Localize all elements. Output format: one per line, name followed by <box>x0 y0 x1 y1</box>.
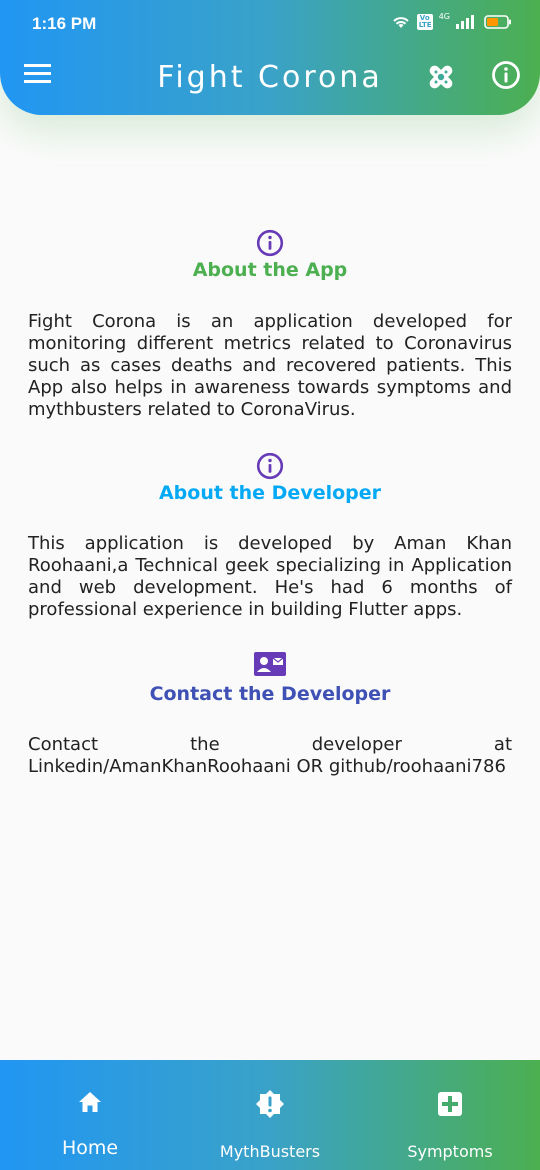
info-outline-icon <box>256 229 284 257</box>
volte-icon: Vo LTE <box>416 14 433 30</box>
app-title: Fight Corona <box>157 60 383 95</box>
bottom-navigation: Home MythBusters Symptoms <box>0 1060 540 1170</box>
about-app-section: About the App Fight Corona is an applica… <box>0 226 540 426</box>
battery-icon <box>484 15 511 29</box>
medical-plus-icon <box>438 1092 462 1116</box>
nav-mythbusters[interactable]: MythBusters <box>180 1060 360 1170</box>
alert-badge-icon <box>256 1090 284 1118</box>
contact-body: Contact the developer at Linkedin/AmanKh… <box>28 734 512 777</box>
about-developer-body: This application is developed by Aman Kh… <box>28 533 512 620</box>
nav-home[interactable]: Home <box>0 1060 180 1170</box>
nav-symptoms[interactable]: Symptoms <box>360 1060 540 1170</box>
about-developer-section: About the Developer This application is … <box>0 449 540 629</box>
status-bar: 1:16 PM Vo LTE 4G <box>0 0 540 44</box>
status-time: 1:16 PM <box>32 14 97 33</box>
system-icons: Vo LTE 4G <box>391 11 512 30</box>
wifi-icon <box>393 17 409 28</box>
contact-card-icon <box>254 652 286 676</box>
contact-title: Contact the Developer <box>149 683 391 705</box>
virus-icon <box>429 65 453 89</box>
nav-symptoms-label: Symptoms <box>407 1142 493 1161</box>
network-type-label: 4G <box>438 11 450 21</box>
about-app-title: About the App <box>192 259 348 281</box>
app-bar: 1:16 PM Vo LTE 4G Fight Corona <box>0 0 540 115</box>
info-icon <box>492 61 520 89</box>
info-button[interactable] <box>491 60 523 92</box>
signal-icon <box>456 15 474 29</box>
virus-button[interactable] <box>424 60 458 94</box>
nav-mythbusters-label: MythBusters <box>219 1142 321 1161</box>
nav-home-label: Home <box>61 1137 119 1159</box>
info-outline-icon <box>256 452 284 480</box>
about-app-body: Fight Corona is an application developed… <box>28 311 512 420</box>
about-developer-title: About the Developer <box>158 482 382 504</box>
contact-section: Contact the Developer Contact the develo… <box>0 651 540 791</box>
home-icon <box>79 1092 101 1112</box>
